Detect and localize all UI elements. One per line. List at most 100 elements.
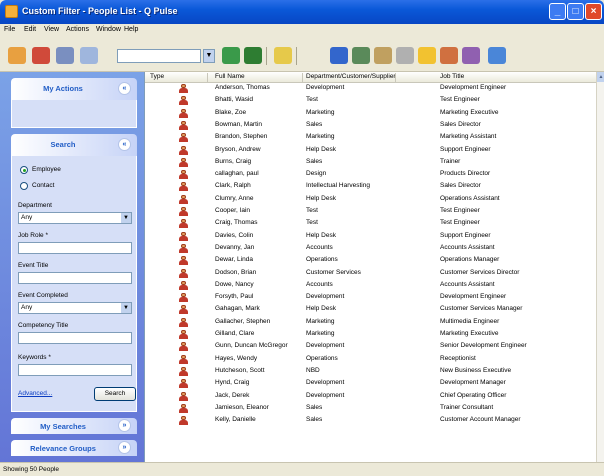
table-row[interactable]: Jamieson, Eleanor Sales Trainer Consultant — [145, 403, 597, 414]
tools-icon[interactable] — [374, 47, 392, 64]
cell-department: Sales — [306, 157, 323, 165]
table-row[interactable]: Hynd, Craig Development Development Manage… — [145, 378, 597, 389]
table-row[interactable]: Forsyth, Paul Development Development Engi… — [145, 292, 597, 303]
refresh-icon[interactable] — [488, 47, 506, 64]
cell-job-title: Support Engineer — [440, 231, 491, 239]
department-select[interactable]: Any ▼ — [18, 212, 132, 224]
column-type[interactable]: Type — [150, 73, 164, 80]
table-row[interactable]: Jack, Derek Development Chief Operating Of… — [145, 391, 597, 402]
collapse-icon[interactable]: « — [118, 138, 131, 151]
grid-icon[interactable] — [352, 47, 370, 64]
table-row[interactable]: Bowman, Martin Sales Sales Director — [145, 120, 597, 131]
minimize-button[interactable]: _ — [549, 3, 566, 20]
settings-icon[interactable] — [396, 47, 414, 64]
cell-full-name: Bryson, Andrew — [215, 145, 261, 153]
employee-radio[interactable] — [20, 166, 28, 174]
column-separator[interactable] — [302, 73, 303, 82]
people-icon[interactable] — [8, 47, 26, 64]
menu-edit[interactable]: Edit — [24, 26, 36, 33]
cell-job-title: Customer Account Manager — [440, 416, 521, 424]
dropdown-icon[interactable]: ▼ — [121, 303, 131, 313]
toolbar-combo[interactable] — [117, 49, 201, 63]
dropdown-icon[interactable]: ▼ — [121, 213, 131, 223]
cell-department: NBD — [306, 366, 320, 374]
table-row[interactable]: Cooper, Iain Test Test Engineer — [145, 206, 597, 217]
print-icon[interactable] — [56, 47, 74, 64]
table-row[interactable]: Gahagan, Mark Help Desk Customer Services … — [145, 304, 597, 315]
table-row[interactable]: Gallacher, Stephen Marketing Multimedia En… — [145, 317, 597, 328]
table-row[interactable]: Gilland, Clare Marketing Marketing Executi… — [145, 329, 597, 340]
menu-file[interactable]: File — [4, 26, 15, 33]
table-row[interactable]: Clark, Ralph Intellectual Harvesting Sales… — [145, 181, 597, 192]
keywords-input[interactable] — [18, 364, 132, 376]
table-row[interactable]: Burns, Craig Sales Trainer — [145, 157, 597, 168]
status-text: Showing 50 People — [3, 466, 60, 473]
column-full-name[interactable]: Full Name — [215, 73, 245, 80]
search-button[interactable]: Search — [94, 387, 136, 401]
event-title-input[interactable] — [18, 272, 132, 284]
document-icon[interactable] — [80, 47, 98, 64]
folder-icon[interactable] — [418, 47, 436, 64]
group-icon[interactable] — [440, 47, 458, 64]
table-row[interactable]: Craig, Thomas Test Test Engineer — [145, 218, 597, 229]
job-role-input[interactable] — [18, 242, 132, 254]
contact-radio-label: Contact — [32, 182, 55, 189]
relevance-groups-label: Relevance Groups — [30, 444, 96, 453]
search-header[interactable]: Search « — [11, 134, 137, 156]
contact-radio[interactable] — [20, 182, 28, 190]
column-separator[interactable] — [207, 73, 208, 82]
search-icon[interactable] — [330, 47, 348, 64]
filter-icon[interactable] — [222, 47, 240, 64]
scroll-up-icon[interactable]: ▲ — [597, 72, 604, 82]
table-row[interactable]: Anderson, Thomas Development Development E… — [145, 83, 597, 94]
my-actions-label: My Actions — [43, 84, 83, 93]
relevance-groups-header[interactable]: Relevance Groups » — [11, 440, 137, 456]
cell-full-name: Forsyth, Paul — [215, 293, 254, 301]
highlight-icon[interactable] — [274, 47, 292, 64]
menu-actions[interactable]: Actions — [66, 26, 89, 33]
competency-title-input[interactable] — [18, 332, 132, 344]
chart-icon[interactable] — [244, 47, 262, 64]
table-row[interactable]: Dodson, Brian Customer Services Customer S… — [145, 268, 597, 279]
column-separator[interactable] — [395, 73, 396, 82]
person-icon — [179, 133, 188, 143]
table-row[interactable]: Clumry, Anne Help Desk Operations Assistan… — [145, 194, 597, 205]
table-row[interactable]: Dewar, Linda Operations Operations Manager — [145, 255, 597, 266]
expand-icon[interactable]: » — [118, 419, 131, 432]
menu-bar: File Edit View Actions Window Help — [0, 24, 604, 38]
person-icon — [179, 207, 188, 217]
department-value: Any — [21, 214, 33, 221]
table-row[interactable]: Devanny, Jan Accounts Accounts Assistant — [145, 243, 597, 254]
table-row[interactable]: Brandon, Stephen Marketing Marketing Assis… — [145, 132, 597, 143]
expand-icon[interactable]: » — [118, 441, 131, 454]
collapse-icon[interactable]: « — [118, 82, 131, 95]
my-actions-header[interactable]: My Actions « — [11, 78, 137, 100]
tag-icon[interactable] — [462, 47, 480, 64]
advanced-link[interactable]: Advanced... — [18, 390, 52, 397]
maximize-button[interactable]: □ — [567, 3, 584, 20]
combo-dropdown-icon[interactable]: ▼ — [203, 49, 215, 63]
person-add-icon[interactable] — [32, 47, 50, 64]
column-job-title[interactable]: Job Title — [440, 73, 464, 80]
person-icon — [179, 403, 188, 414]
my-searches-header[interactable]: My Searches » — [11, 418, 137, 434]
table-row[interactable]: Dowe, Nancy Accounts Accounts Assistant — [145, 280, 597, 291]
menu-window[interactable]: Window — [96, 26, 121, 33]
menu-view[interactable]: View — [44, 26, 59, 33]
table-row[interactable]: Blake, Zoe Marketing Marketing Executive — [145, 108, 597, 119]
table-row[interactable]: Davies, Colin Help Desk Support Engineer — [145, 231, 597, 242]
close-button[interactable]: × — [585, 3, 602, 20]
column-department[interactable]: Department/Customer/Supplier — [306, 73, 396, 80]
table-row[interactable]: Gunn, Duncan McGregor Development Senior D… — [145, 341, 597, 352]
table-row[interactable]: Bryson, Andrew Help Desk Support Engineer — [145, 145, 597, 156]
event-completed-select[interactable]: Any ▼ — [18, 302, 132, 314]
cell-full-name: Clumry, Anne — [215, 194, 254, 202]
vertical-scrollbar[interactable]: ▲ — [596, 72, 604, 462]
table-row[interactable]: Hayes, Wendy Operations Receptionist — [145, 354, 597, 365]
table-row[interactable]: Bhatti, Wasid Test Test Engineer — [145, 95, 597, 106]
menu-help[interactable]: Help — [124, 26, 138, 33]
title-bar[interactable]: Custom Filter - People List - Q Pulse _ … — [0, 0, 604, 24]
table-row[interactable]: Hutcheson, Scott NBD New Business Executiv… — [145, 366, 597, 377]
table-row[interactable]: Kelly, Danielle Sales Customer Account Man… — [145, 415, 597, 426]
table-row[interactable]: callaghan, paul Design Products Director — [145, 169, 597, 180]
